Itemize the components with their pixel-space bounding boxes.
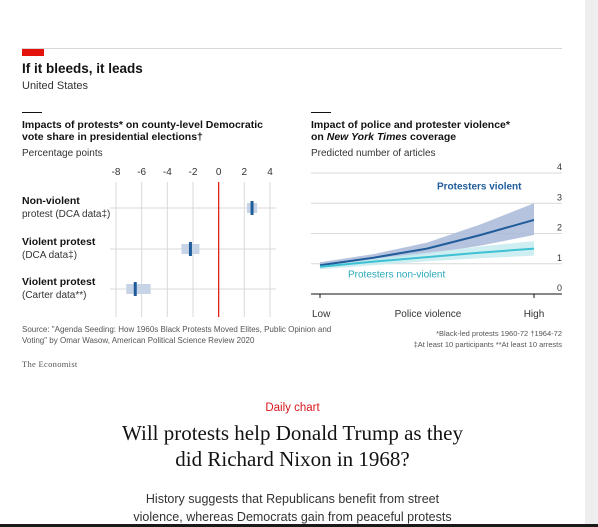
x-tick-label: 0 (216, 167, 222, 178)
x-tick-label-high: High (524, 309, 545, 320)
row-label: Violent protest (22, 236, 96, 248)
x-tick-label: -2 (189, 167, 198, 178)
nyt-coverage-chart: 0 1 2 3 4 Protesters violent Protesters non-vi… (311, 162, 562, 320)
footnote-line1: *Black-led protests 1960-72 †1964-72 (436, 329, 562, 338)
y-tick-label: 0 (557, 283, 562, 293)
x-tick-label-low: Low (312, 309, 331, 320)
headline-line1: Will protests help Donald Trump as they (122, 421, 463, 445)
estimate-marker (133, 282, 137, 296)
left-panel-title-line2: vote share in presidential elections† (22, 131, 203, 143)
standfirst-line1: History suggests that Republicans benefi… (145, 492, 440, 506)
right-panel-title-line2: on New York Times coverage (311, 131, 510, 143)
right-panel-rule (311, 112, 331, 113)
left-panel-title-line1: Impacts of protests* on county-level Dem… (22, 119, 263, 131)
footnotes: *Black-led protests 1960-72 †1964-72 ‡At… (414, 328, 562, 350)
right-panel-title-line1: Impact of police and protester violence* (311, 119, 510, 131)
series-label-non-violent: Protesters non-violent (348, 269, 445, 280)
y-tick-label: 1 (557, 253, 562, 263)
y-tick-label: 2 (557, 223, 562, 233)
row-sublabel: protest (DCA data‡) (22, 209, 110, 220)
right-panel-title: Impact of police and protester violence*… (311, 119, 510, 143)
x-tick-label: 4 (267, 167, 273, 178)
protest-impact-chart: -8 -6 -4 -2 0 2 4 Non-violent protest (DCA data‡… (22, 167, 276, 317)
article-headline[interactable]: Will protests help Donald Trump as they … (0, 420, 585, 472)
x-tick-label: 2 (242, 167, 248, 178)
row-sublabel: (Carter data**) (22, 290, 86, 301)
estimate-marker (250, 201, 254, 215)
headline-line2: did Richard Nixon in 1968? (175, 447, 410, 471)
series-label-violent: Protesters violent (437, 182, 522, 193)
x-tick-label: -4 (163, 167, 172, 178)
footnote-line2: ‡At least 10 participants **At least 10 … (413, 340, 562, 349)
left-panel-subtitle: Percentage points (22, 148, 103, 159)
brand-red-tag (22, 49, 44, 56)
figure-subtitle: United States (22, 80, 89, 92)
row-sublabel: (DCA data‡) (22, 250, 77, 261)
top-rule (22, 48, 562, 49)
row-label: Non-violent (22, 195, 80, 207)
estimate-marker (188, 242, 192, 256)
confidence-interval (126, 284, 151, 294)
right-title-italic: New York Times (326, 131, 408, 143)
x-tick-label: -6 (137, 167, 146, 178)
article-category-link[interactable]: Daily chart (0, 402, 585, 414)
right-title-prefix: on (311, 131, 327, 143)
x-tick-label: -8 (112, 167, 121, 178)
economist-brand: The Economist (22, 359, 78, 369)
x-axis-label: Police violence (395, 309, 462, 320)
right-panel-subtitle: Predicted number of articles (311, 148, 436, 159)
y-tick-label: 4 (557, 162, 562, 172)
right-title-suffix: coverage (407, 131, 457, 143)
article-card: If it bleeds, it leads United States Imp… (0, 0, 585, 527)
article-standfirst: History suggests that Republicans benefi… (0, 490, 585, 526)
left-panel-title: Impacts of protests* on county-level Dem… (22, 119, 263, 143)
source-note: Source: "Agenda Seeding: How 1960s Black… (22, 325, 332, 345)
y-tick-label: 3 (557, 192, 562, 202)
row-label: Violent protest (22, 276, 96, 288)
left-panel-rule (22, 112, 42, 113)
figure-title: If it bleeds, it leads (22, 61, 143, 76)
